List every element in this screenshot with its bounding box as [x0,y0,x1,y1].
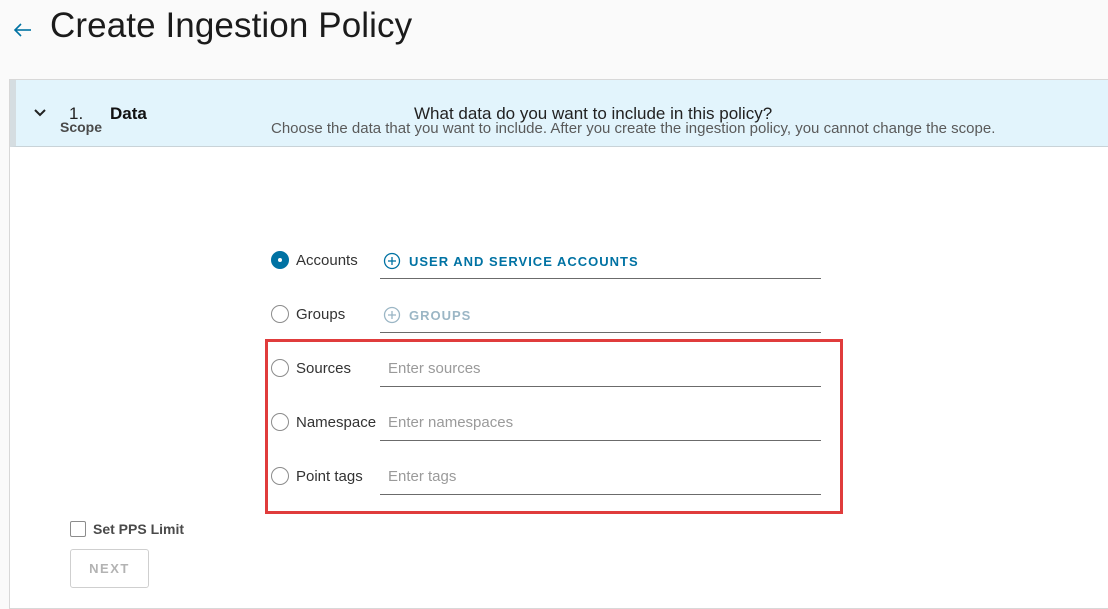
chevron-down-icon[interactable] [33,106,47,120]
namespace-radio[interactable] [271,413,289,431]
add-accounts-link[interactable]: USER AND SERVICE ACCOUNTS [383,252,639,270]
sources-field [380,347,821,387]
scope-option-groups: Groups GROUPS [271,293,831,333]
point-tags-label[interactable]: Point tags [296,468,363,485]
add-accounts-label: USER AND SERVICE ACCOUNTS [409,253,639,269]
back-arrow-icon[interactable] [12,19,34,41]
step-name: Data [110,104,147,123]
namespace-input[interactable] [388,412,808,432]
groups-field: GROUPS [380,293,821,333]
scope-label: Scope [60,119,103,135]
next-button[interactable]: NEXT [70,549,149,588]
scope-option-namespace: Namespace [271,401,831,441]
scope-option-accounts: Accounts USER AND SERVICE ACCOUNTS [271,239,831,279]
pps-limit-label[interactable]: Set PPS Limit [93,521,184,537]
pps-limit-checkbox[interactable] [70,521,86,537]
page-title: Create Ingestion Policy [50,6,413,45]
accounts-label[interactable]: Accounts [296,252,358,269]
scope-option-sources: Sources [271,347,831,387]
groups-radio[interactable] [271,305,289,323]
scope-option-point-tags: Point tags [271,455,831,495]
page-header: Create Ingestion Policy [0,0,1108,78]
sources-label[interactable]: Sources [296,360,351,377]
sources-input[interactable] [388,358,808,378]
plus-circle-icon [383,306,401,324]
sources-radio[interactable] [271,359,289,377]
namespace-field [380,401,821,441]
accounts-field: USER AND SERVICE ACCOUNTS [380,239,821,279]
accounts-radio[interactable] [271,251,289,269]
pps-limit-option: Set PPS Limit [70,519,184,539]
point-tags-radio[interactable] [271,467,289,485]
add-groups-link[interactable]: GROUPS [383,306,471,324]
namespace-label[interactable]: Namespace [296,414,376,431]
point-tags-field [380,455,821,495]
groups-label[interactable]: Groups [296,306,345,323]
scope-help-text: Choose the data that you want to include… [271,120,996,137]
add-groups-label: GROUPS [409,307,472,323]
plus-circle-icon [383,252,401,270]
point-tags-input[interactable] [388,466,808,486]
